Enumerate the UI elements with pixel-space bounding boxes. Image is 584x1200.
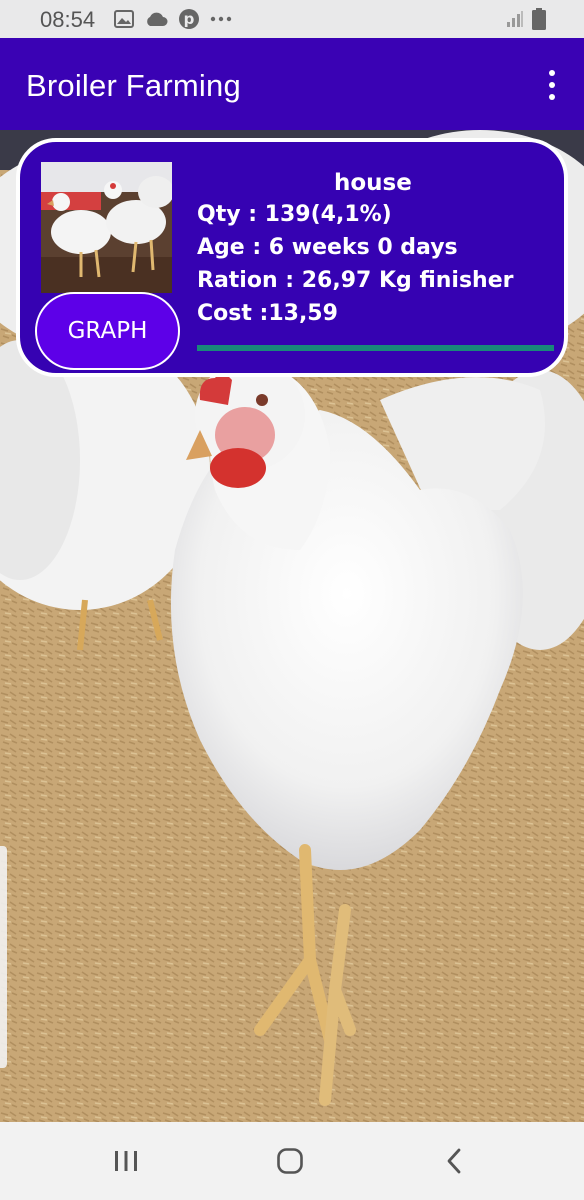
pinterest-icon: p bbox=[179, 9, 199, 29]
more-dots-icon bbox=[210, 16, 232, 22]
battery-icon bbox=[532, 8, 546, 30]
overflow-menu-icon[interactable] bbox=[546, 70, 558, 100]
cost-text: Cost :13,59 bbox=[197, 301, 338, 326]
app-bar: Broiler Farming bbox=[0, 38, 584, 130]
cloud-icon bbox=[147, 12, 168, 26]
status-bar: 08:54 p bbox=[0, 0, 584, 38]
back-icon[interactable] bbox=[434, 1144, 474, 1178]
recent-apps-icon[interactable] bbox=[106, 1144, 146, 1178]
svg-text:p: p bbox=[184, 10, 195, 28]
status-icons-left: p bbox=[114, 9, 232, 29]
qty-text: Qty : 139(4,1%) bbox=[197, 202, 392, 227]
progress-bar-fill bbox=[197, 345, 554, 351]
home-icon[interactable] bbox=[270, 1144, 310, 1178]
house-thumbnail-image bbox=[41, 162, 172, 293]
app-title: Broiler Farming bbox=[26, 68, 241, 103]
status-time: 08:54 bbox=[40, 7, 96, 32]
ration-text: Ration : 26,97 Kg finisher bbox=[197, 268, 514, 293]
edge-panel-handle[interactable] bbox=[0, 846, 7, 1068]
progress-bar bbox=[197, 345, 554, 351]
navigation-bar bbox=[0, 1122, 584, 1200]
house-card[interactable]: GRAPH house Qty : 139(4,1%) Age : 6 week… bbox=[16, 138, 568, 377]
house-name: house bbox=[334, 170, 412, 196]
signal-icon bbox=[507, 11, 523, 27]
age-text: Age : 6 weeks 0 days bbox=[197, 235, 458, 260]
status-icons-right bbox=[506, 8, 546, 30]
image-icon bbox=[114, 10, 134, 28]
graph-button[interactable]: GRAPH bbox=[35, 292, 180, 370]
